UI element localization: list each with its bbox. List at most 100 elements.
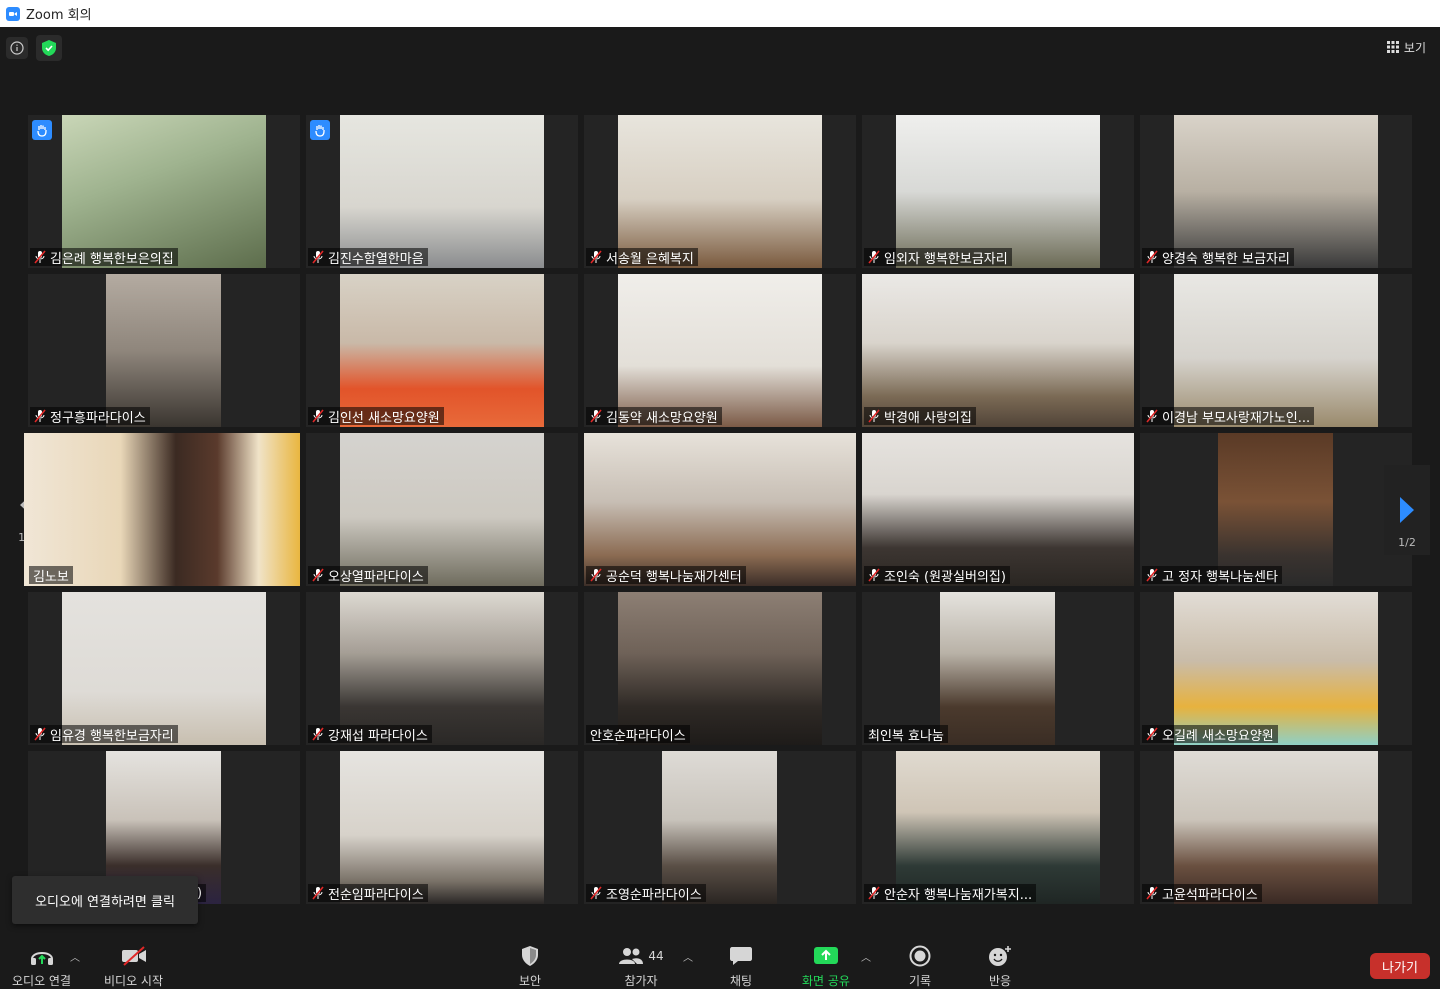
participant-tile[interactable]: 고 정자 행복나눔센타 [1140,433,1412,586]
participant-video [62,592,266,745]
participant-tile[interactable]: 고윤석파라다이스 [1140,751,1412,904]
participant-video [662,751,777,904]
participant-tile[interactable]: 김진수함열한마음 [306,115,578,268]
participant-name: 오상열파라다이스 [328,569,424,585]
encryption-status-button[interactable] [36,35,62,61]
participant-video [340,433,544,586]
leave-label: 나가기 [1382,960,1418,976]
chat-label: 채팅 [729,974,753,988]
participant-name: 고 정자 행복나눔센타 [1162,569,1278,585]
participant-name: 정구흥파라다이스 [50,410,146,426]
green-shield-icon [42,40,56,56]
record-label: 기록 [908,974,932,988]
leave-meeting-button[interactable]: 나가기 [1370,953,1430,979]
share-screen-label: 화면 공유 [802,974,850,988]
start-video-button[interactable]: 비디오 시작 [104,945,163,989]
participants-button[interactable]: 44 참가자 [616,945,666,989]
security-button[interactable]: 보안 [516,945,544,989]
participant-name-label: 서송월 은혜복지 [586,248,698,266]
participant-name-label: 양경숙 행복한 보금자리 [1142,248,1294,266]
participant-video [584,433,856,586]
participants-count: 44 [648,949,664,963]
participant-video [940,592,1055,745]
muted-mic-icon [1146,886,1158,900]
muted-mic-icon [312,568,324,582]
share-options-chevron-up-icon[interactable]: ︿ [861,949,871,964]
participant-video [24,433,300,586]
video-off-icon [120,945,148,967]
participant-video [1174,274,1378,427]
zoom-app-icon [6,6,20,21]
participant-tile[interactable]: 오길례 새소망요양원 [1140,592,1412,745]
security-shield-icon [516,945,544,967]
participant-name-label: 김동약 새소망요양원 [586,407,722,425]
participant-tile[interactable]: 박경애 사랑의집 [862,274,1134,427]
muted-mic-icon [34,250,46,264]
participant-name-label: 강재섭 파라다이스 [308,725,432,743]
participant-name-label: 정구흥파라다이스 [30,407,150,425]
participant-video [340,751,544,904]
chevron-right-icon [1400,497,1414,523]
participant-tile[interactable]: 오상열파라다이스 [306,433,578,586]
share-screen-icon [812,945,840,967]
participant-name: 전순임파라다이스 [328,887,424,903]
join-audio-label: 오디오 연결 [12,974,72,988]
record-button[interactable]: 기록 [906,945,934,989]
muted-mic-icon [1146,568,1158,582]
participant-tile[interactable]: 정구흥파라다이스 [28,274,300,427]
next-page-button[interactable]: 1/2 [1384,465,1430,555]
participant-video [862,274,1134,427]
participant-video [1218,433,1333,586]
muted-mic-icon [312,250,324,264]
view-label: 보기 [1403,40,1426,55]
participant-tile[interactable]: 최인복 효나눔 [862,592,1134,745]
participant-video [1174,751,1378,904]
chat-button[interactable]: 채팅 [727,945,755,989]
muted-mic-icon [34,727,46,741]
participant-tile-active-speaker[interactable]: 김노보 [24,433,300,586]
security-label: 보안 [518,974,542,988]
participant-video [618,115,822,268]
muted-mic-icon [590,250,602,264]
participant-name-label: 안순자 행복나눔재가복지... [864,884,1037,902]
participant-tile[interactable]: 공순덕 행복나눔재가센터 [584,433,856,586]
meeting-topbar: 보기 [0,27,1440,67]
participant-name-label: 김진수함열한마음 [308,248,428,266]
participant-tile[interactable]: 이경남 부모사랑재가노인... [1140,274,1412,427]
participant-tile[interactable]: 임유경 행복한보금자리 [28,592,300,745]
participant-tile[interactable]: 안호순파라다이스 [584,592,856,745]
chat-bubble-icon [727,945,755,967]
participants-label: 참가자 [624,974,658,988]
view-toggle-button[interactable]: 보기 [1379,35,1434,59]
reactions-button[interactable]: 반응 [986,945,1014,989]
join-audio-button[interactable]: 오디오 연결 [12,945,71,989]
meeting-info-button[interactable] [6,37,28,59]
record-icon [906,945,934,967]
participant-video [340,115,544,268]
participant-name: 안호순파라다이스 [590,728,686,744]
participant-tile[interactable]: 조영순파라다이스 [584,751,856,904]
participant-video [1174,592,1378,745]
participant-tile[interactable]: 김인선 새소망요양원 [306,274,578,427]
raised-hand-icon [32,120,52,140]
participant-name-label: 이경남 부모사랑재가노인... [1142,407,1315,425]
participant-name: 최인복 효나눔 [868,728,944,744]
participant-name-label: 조인숙 (원광실버의집) [864,566,1010,584]
participant-video [340,274,544,427]
participant-name-label: 김노보 [29,566,73,584]
participants-options-chevron-up-icon[interactable]: ︿ [683,949,693,964]
participant-tile[interactable]: 조인숙 (원광실버의집) [862,433,1134,586]
muted-mic-icon [34,409,46,423]
audio-options-chevron-up-icon[interactable]: ︿ [70,949,80,964]
participant-tile[interactable]: 안순자 행복나눔재가복지... [862,751,1134,904]
muted-mic-icon [312,409,324,423]
participant-tile[interactable]: 양경숙 행복한 보금자리 [1140,115,1412,268]
participant-tile[interactable]: 김은례 행복한보은의집 [28,115,300,268]
participant-tile[interactable]: 김동약 새소망요양원 [584,274,856,427]
participant-tile[interactable]: 강재섭 파라다이스 [306,592,578,745]
muted-mic-icon [1146,250,1158,264]
participant-tile[interactable]: 임외자 행복한보금자리 [862,115,1134,268]
share-screen-button[interactable]: 화면 공유 [802,945,850,989]
participant-tile[interactable]: 전순임파라다이스 [306,751,578,904]
participant-tile[interactable]: 서송월 은혜복지 [584,115,856,268]
